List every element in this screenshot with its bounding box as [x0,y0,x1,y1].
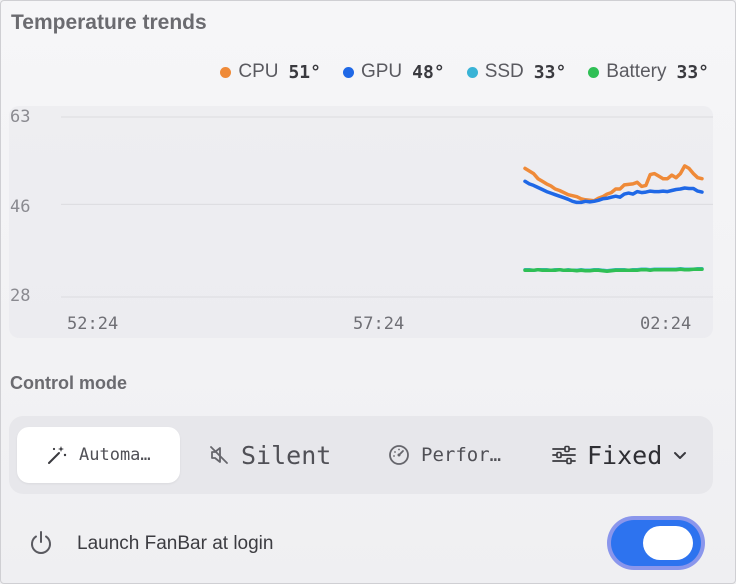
mode-button-automatic[interactable]: Automa… [17,427,180,483]
x-tick-label-mid: 57:24 [353,314,405,334]
launch-at-login-label: Launch FanBar at login [77,533,274,554]
y-tick-label-mid: 46 [10,197,31,217]
mode-button-performance[interactable]: Perfor… [387,427,537,483]
fanbar-window: Temperature trends CPU 51° GPU 48° SSD 3… [0,0,736,584]
chevron-down-icon [674,452,687,459]
mode-button-fixed[interactable]: Fixed [551,427,701,483]
mode-label-performance: Perfor… [421,444,502,466]
sliders-icon [552,445,576,465]
toggle-knob [643,526,693,560]
control-mode-label: Control mode [10,373,127,393]
control-mode-segmented: Automa… Silent Perfor… Fixed [9,416,713,494]
power-icon [31,531,51,554]
mode-label-automatic: Automa… [79,445,151,465]
launch-at-login-toggle[interactable] [607,516,705,570]
y-tick-label-bottom: 28 [10,286,31,306]
magic-wand-icon [48,446,67,464]
mode-label-silent: Silent [241,440,332,470]
temperature-chart [61,116,713,298]
x-tick-label-start: 52:24 [67,314,119,334]
mode-label-fixed: Fixed [587,440,663,470]
mode-button-silent[interactable]: Silent [207,427,357,483]
y-tick-label-top: 63 [10,107,31,127]
gauge-icon [389,445,409,465]
x-tick-label-end: 02:24 [640,314,692,334]
toggle-track [611,520,701,566]
speaker-mute-icon [210,446,228,464]
series-line-battery [523,267,704,274]
